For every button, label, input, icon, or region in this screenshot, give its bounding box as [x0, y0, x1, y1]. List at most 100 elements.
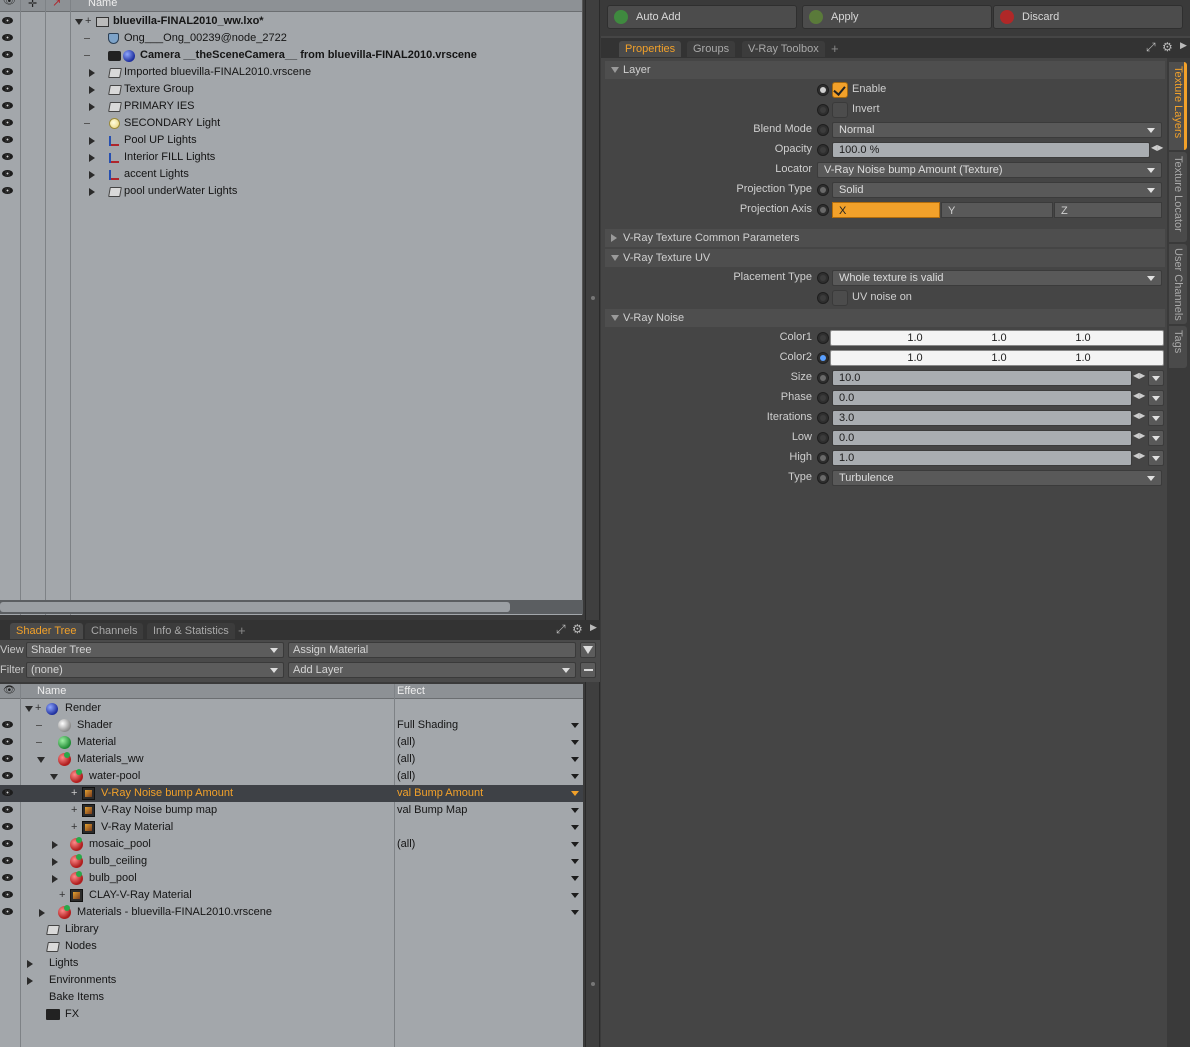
- item-row[interactable]: + bluevilla-FINAL2010_ww.lxo*: [0, 13, 583, 30]
- low-spinner-icon[interactable]: ◀▶: [1133, 430, 1145, 442]
- phase-input[interactable]: 0.0: [832, 390, 1132, 406]
- iterations-spinner-icon[interactable]: ◀▶: [1133, 410, 1145, 422]
- effect-value[interactable]: (all): [397, 836, 415, 853]
- visibility-eye-icon[interactable]: [2, 169, 14, 178]
- effect-column-header[interactable]: Effect: [397, 685, 425, 697]
- section-vray-texture-common-parameters[interactable]: V-Ray Texture Common Parameters: [605, 229, 1165, 247]
- effect-dropdown-arrow-icon[interactable]: [571, 842, 579, 847]
- section-vray-noise[interactable]: V-Ray Noise: [605, 309, 1165, 327]
- projection-type-dropdown[interactable]: Solid: [832, 182, 1162, 198]
- phase-radio[interactable]: [817, 392, 829, 404]
- panel-menu-arrow-icon[interactable]: ▶: [590, 622, 597, 633]
- effect-dropdown-arrow-icon[interactable]: [571, 740, 579, 745]
- expand-arrow-icon[interactable]: [52, 841, 58, 849]
- scrollbar-thumb[interactable]: [0, 602, 510, 612]
- tab-info-statistics[interactable]: Info & Statistics: [147, 623, 235, 639]
- visibility-eye-icon[interactable]: [2, 873, 14, 882]
- item-row[interactable]: Pool UP Lights: [0, 132, 583, 149]
- tree-row[interactable]: Materials - bluevilla-FINAL2010.vrscene: [0, 904, 583, 921]
- effect-dropdown-arrow-icon[interactable]: [571, 774, 579, 779]
- color1-radio[interactable]: [817, 332, 829, 344]
- add-tab-button[interactable]: +: [238, 623, 246, 638]
- assign-material-button[interactable]: Assign Material: [288, 642, 576, 658]
- tree-row[interactable]: bulb_pool: [0, 870, 583, 887]
- section-vray-texture-uv[interactable]: V-Ray Texture UV: [605, 249, 1165, 267]
- expand-arrow-icon[interactable]: [52, 858, 58, 866]
- effect-value[interactable]: val Bump Map: [397, 802, 467, 819]
- opacity-spinner-icon[interactable]: ◀▶: [1151, 142, 1163, 154]
- high-radio[interactable]: [817, 452, 829, 464]
- maximize-icon[interactable]: ⤢: [1146, 40, 1156, 55]
- tab-groups[interactable]: Groups: [687, 41, 736, 57]
- add-column-icon[interactable]: ✛: [28, 0, 37, 10]
- item-row[interactable]: PRIMARY IES: [0, 98, 583, 115]
- effect-value[interactable]: val Bump Amount: [397, 785, 483, 802]
- iterations-input[interactable]: 3.0: [832, 410, 1132, 426]
- item-row[interactable]: Camera __theSceneCamera__ from bluevilla…: [0, 47, 583, 64]
- add-tab-button[interactable]: +: [831, 41, 839, 56]
- tree-row[interactable]: water-pool (all): [0, 768, 583, 785]
- visibility-eye-icon[interactable]: [2, 101, 14, 110]
- visibility-eye-icon[interactable]: [2, 737, 14, 746]
- opacity-input[interactable]: 100.0 %: [832, 142, 1150, 158]
- projection-axis-radio[interactable]: [817, 204, 829, 216]
- discard-button[interactable]: Discard: [993, 5, 1183, 29]
- high-spinner-icon[interactable]: ◀▶: [1133, 450, 1145, 462]
- section-layer[interactable]: Layer: [605, 61, 1165, 79]
- visibility-eye-icon[interactable]: [2, 84, 14, 93]
- auto-add-button[interactable]: Auto Add: [607, 5, 797, 29]
- filter-funnel-button[interactable]: [580, 642, 596, 658]
- visibility-eye-icon[interactable]: [2, 890, 14, 899]
- apply-button[interactable]: Apply: [802, 5, 992, 29]
- visibility-eye-icon[interactable]: [2, 152, 14, 161]
- tree-row[interactable]: Nodes: [0, 938, 583, 955]
- iterations-radio[interactable]: [817, 412, 829, 424]
- axis-y-button[interactable]: Y: [941, 202, 1053, 218]
- visibility-eye-icon[interactable]: [2, 720, 14, 729]
- vtab-user-channels[interactable]: User Channels: [1169, 244, 1187, 324]
- expand-arrow-icon[interactable]: [52, 875, 58, 883]
- tab-properties[interactable]: Properties: [619, 41, 682, 57]
- visibility-eye-icon[interactable]: [2, 33, 14, 42]
- blend-mode-radio[interactable]: [817, 124, 829, 136]
- item-list-scrollbar[interactable]: [0, 600, 583, 614]
- tree-row[interactable]: FX: [0, 1006, 583, 1023]
- tab-vray-toolbox[interactable]: V-Ray Toolbox: [742, 41, 825, 57]
- plus-icon[interactable]: +: [85, 13, 91, 30]
- visibility-eye-icon[interactable]: [2, 135, 14, 144]
- low-input[interactable]: 0.0: [832, 430, 1132, 446]
- expand-arrow-icon[interactable]: [25, 706, 33, 712]
- visibility-eye-icon[interactable]: [2, 754, 14, 763]
- gear-icon[interactable]: ⚙: [572, 622, 583, 636]
- effect-value[interactable]: (all): [397, 768, 415, 785]
- color1-b[interactable]: 1.0: [1041, 331, 1125, 345]
- axis-z-button[interactable]: Z: [1054, 202, 1162, 218]
- expand-arrow-icon[interactable]: [89, 137, 95, 145]
- opacity-radio[interactable]: [817, 144, 829, 156]
- type-radio[interactable]: [817, 472, 829, 484]
- tree-row[interactable]: + V-Ray Noise bump map val Bump Map: [0, 802, 583, 819]
- plus-icon[interactable]: +: [59, 887, 65, 904]
- axis-x-button[interactable]: X: [832, 202, 940, 218]
- tree-row[interactable]: Bake Items: [0, 989, 583, 1006]
- expand-arrow-icon[interactable]: [27, 977, 33, 985]
- effect-dropdown-arrow-icon[interactable]: [571, 893, 579, 898]
- blend-mode-dropdown[interactable]: Normal: [832, 122, 1162, 138]
- placement-type-dropdown[interactable]: Whole texture is valid: [832, 270, 1162, 286]
- low-radio[interactable]: [817, 432, 829, 444]
- panel-menu-arrow-icon[interactable]: ▶: [1180, 40, 1187, 51]
- tree-row[interactable]: + CLAY-V-Ray Material: [0, 887, 583, 904]
- name-column-header[interactable]: Name: [88, 0, 117, 9]
- item-row[interactable]: Imported bluevilla-FINAL2010.vrscene: [0, 64, 583, 81]
- tree-row[interactable]: bulb_ceiling: [0, 853, 583, 870]
- tree-row[interactable]: Material (all): [0, 734, 583, 751]
- name-column-header[interactable]: Name: [37, 685, 66, 697]
- enable-channel-radio[interactable]: [817, 84, 829, 96]
- invert-checkbox[interactable]: [832, 102, 848, 118]
- color2-swatch[interactable]: 1.0 1.0 1.0: [830, 350, 1164, 366]
- placement-type-radio[interactable]: [817, 272, 829, 284]
- plus-icon[interactable]: +: [71, 785, 77, 802]
- item-row[interactable]: accent Lights: [0, 166, 583, 183]
- tab-shader-tree[interactable]: Shader Tree: [10, 623, 83, 639]
- item-row[interactable]: SECONDARY Light: [0, 115, 583, 132]
